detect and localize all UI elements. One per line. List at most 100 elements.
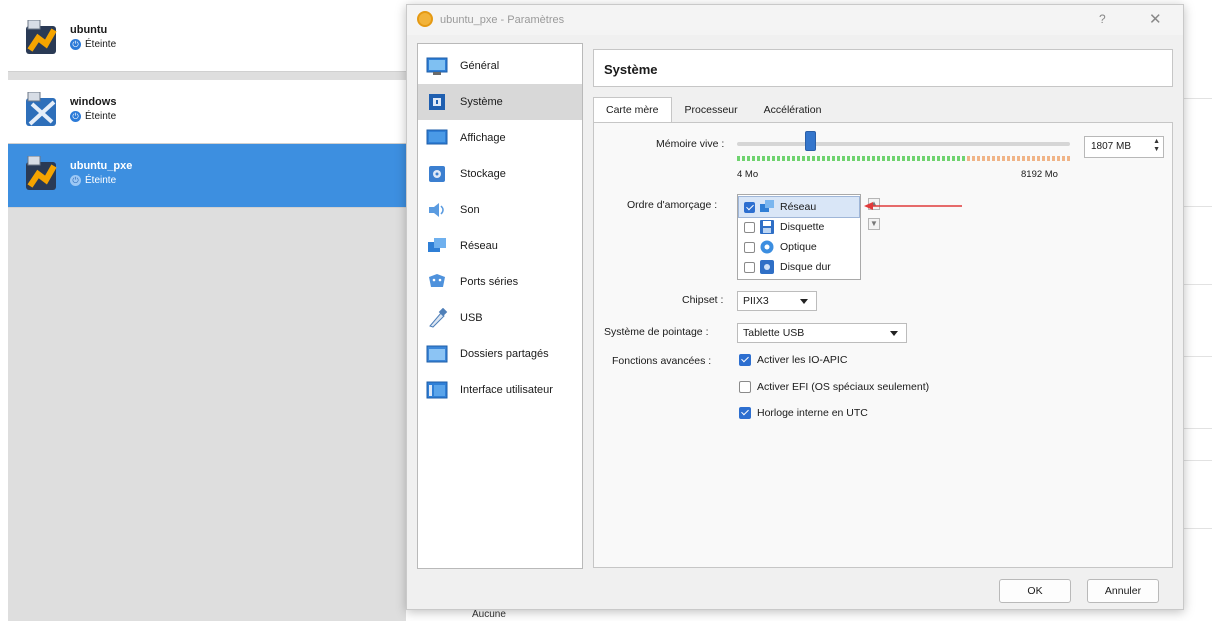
spin-arrows-icon[interactable]: ▲ ▼ [1153, 138, 1160, 154]
divider [1184, 428, 1212, 429]
io-apic-checkbox[interactable] [739, 354, 751, 366]
memory-slider-zones [737, 156, 1070, 161]
vm-state-label: Éteinte [85, 39, 117, 50]
tab-processor[interactable]: Processeur [672, 97, 751, 123]
boot-label: Réseau [780, 201, 817, 213]
dialog-titlebar[interactable]: ubuntu_pxe - Paramètres ? ✕ [407, 5, 1183, 35]
close-button[interactable]: ✕ [1149, 10, 1165, 28]
tab-bar: Carte mère Processeur Accélération [593, 97, 834, 123]
boot-label: Disque dur [780, 261, 831, 273]
user-interface-icon [426, 381, 448, 399]
boot-checkbox[interactable] [744, 201, 755, 213]
vm-state-label: Éteinte [85, 111, 117, 122]
memory-slider-handle[interactable] [804, 131, 816, 151]
panel-header: Système [593, 49, 1173, 87]
boot-checkbox[interactable] [744, 241, 755, 253]
chipset-select[interactable]: PIIX3 [737, 291, 817, 311]
power-icon: ⏻ [70, 39, 81, 50]
category-label: Dossiers partagés [460, 348, 549, 360]
boot-label: Disquette [780, 221, 825, 233]
category-network[interactable]: Réseau [418, 228, 582, 264]
settings-dialog: ubuntu_pxe - Paramètres ? ✕ Général Syst… [406, 4, 1184, 610]
cancel-button[interactable]: Annuler [1087, 579, 1159, 603]
vm-state: ⏻ Éteinte [70, 39, 116, 50]
chevron-down-icon [800, 299, 808, 304]
category-label: Système [460, 96, 503, 108]
memory-spinbox[interactable]: 1807 MB ▲ ▼ [1084, 136, 1164, 158]
category-user-interface[interactable]: Interface utilisateur [418, 372, 582, 408]
extended-features-label: Fonctions avancées : [612, 355, 712, 367]
vm-item-windows[interactable]: windows ⏻ Éteinte [8, 80, 406, 144]
divider [1184, 460, 1212, 461]
utc-clock-label: Horloge interne en UTC [757, 407, 868, 419]
category-storage[interactable]: Stockage [418, 156, 582, 192]
ubuntu-vm-icon [26, 156, 57, 190]
utc-clock-checkbox[interactable] [739, 407, 751, 419]
vm-item-ubuntu-pxe[interactable]: ubuntu_pxe ⏻ Éteinte [8, 144, 406, 208]
category-label: Son [460, 204, 480, 216]
divider [1184, 528, 1212, 529]
category-audio[interactable]: Son [418, 192, 582, 228]
power-icon: ⏻ [70, 111, 81, 122]
pointing-device-label: Système de pointage : [604, 326, 709, 338]
chipset-label: Chipset : [682, 294, 724, 306]
efi-checkbox-row[interactable]: Activer EFI (OS spéciaux seulement) [739, 381, 929, 393]
boot-order-label: Ordre d'amorçage : [627, 199, 718, 211]
system-icon [429, 94, 445, 110]
category-label: Général [460, 60, 500, 72]
tab-acceleration[interactable]: Accélération [751, 97, 835, 123]
virtualbox-icon [417, 11, 433, 27]
settings-categories: Général Système Affichage Stockage Son R… [417, 43, 583, 569]
category-serial-ports[interactable]: Ports séries [418, 264, 582, 300]
category-label: Stockage [460, 168, 506, 180]
serial-ports-icon [429, 274, 445, 287]
tab-motherboard[interactable]: Carte mère [593, 97, 672, 123]
memory-min-label: 4 Mo [737, 169, 759, 180]
category-display[interactable]: Affichage [418, 120, 582, 156]
pointing-device-value: Tablette USB [743, 327, 805, 339]
chevron-down-icon [890, 331, 898, 336]
divider [1184, 206, 1212, 207]
boot-item-optical[interactable]: Optique [739, 237, 859, 257]
vm-name: windows [70, 96, 117, 108]
io-apic-label: Activer les IO-APIC [757, 354, 848, 366]
memory-max-label: 8192 Mo [1021, 169, 1058, 180]
slider-zone-safe [737, 156, 967, 161]
category-label: Interface utilisateur [460, 384, 553, 396]
boot-order-list: Réseau Disquette Optique Disque dur [737, 194, 861, 280]
memory-slider-track[interactable] [737, 142, 1070, 146]
boot-item-network[interactable]: Réseau [738, 196, 860, 218]
category-usb[interactable]: USB [418, 300, 582, 336]
audio-icon [429, 203, 444, 217]
motherboard-panel: Mémoire vive : 4 Mo 8192 Mo 1807 MB ▲ ▼ O… [593, 122, 1173, 568]
dialog-title: ubuntu_pxe - Paramètres [440, 14, 565, 26]
windows-vm-icon [26, 92, 56, 126]
boot-item-floppy[interactable]: Disquette [739, 217, 859, 237]
pointing-device-select[interactable]: Tablette USB [737, 323, 907, 343]
efi-checkbox[interactable] [739, 381, 751, 393]
usb-icon [429, 308, 448, 328]
utc-clock-checkbox-row[interactable]: Horloge interne en UTC [739, 407, 868, 419]
boot-item-hard-disk[interactable]: Disque dur [739, 257, 859, 277]
network-icon [428, 238, 446, 252]
vm-state: ⏻ Éteinte [70, 111, 116, 122]
category-system[interactable]: Système [418, 84, 582, 120]
io-apic-checkbox-row[interactable]: Activer les IO-APIC [739, 354, 847, 366]
category-general[interactable]: Général [418, 48, 582, 84]
vm-name: ubuntu_pxe [70, 160, 133, 172]
divider [1184, 356, 1212, 357]
ok-button[interactable]: OK [999, 579, 1071, 603]
hard-disk-icon [760, 260, 774, 274]
network-boot-icon [760, 200, 774, 212]
boot-checkbox[interactable] [744, 221, 755, 233]
optical-icon [760, 240, 774, 254]
boot-checkbox[interactable] [744, 261, 755, 273]
help-button[interactable]: ? [1099, 12, 1113, 26]
vm-list: ubuntu ⏻ Éteinte windows ⏻ Éteinte ubunt… [8, 8, 406, 621]
vm-state-label: Éteinte [85, 175, 117, 186]
category-shared-folders[interactable]: Dossiers partagés [418, 336, 582, 372]
move-down-button[interactable]: ▼ [868, 218, 880, 230]
ubuntu-vm-icon [26, 20, 57, 54]
details-text: Aucune [472, 609, 506, 620]
vm-item-ubuntu[interactable]: ubuntu ⏻ Éteinte [8, 8, 406, 72]
